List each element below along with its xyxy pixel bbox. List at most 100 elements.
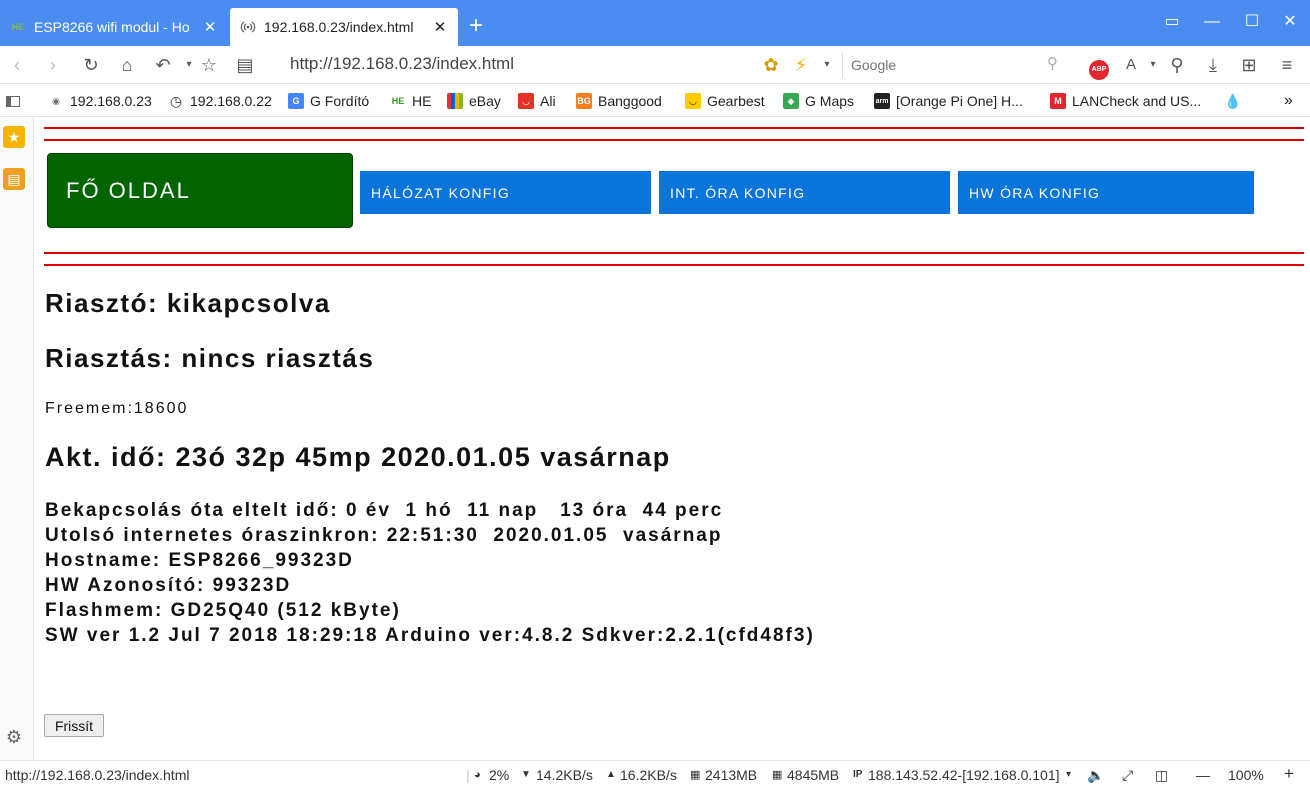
more-bookmarks-icon[interactable]: »	[1284, 92, 1293, 110]
zoom-search-icon[interactable]: ⚲	[1164, 52, 1190, 78]
tab-title: ESP8266 wifi modul - Ho	[34, 19, 190, 35]
bookmark-orange-pi[interactable]: arm [Orange Pi One] H...	[874, 92, 1023, 110]
tab-bar: HE ESP8266 wifi modul - Ho ✕ 192.168.0.2…	[0, 0, 1310, 46]
wifi-icon: ◉	[52, 95, 60, 106]
close-tab-icon[interactable]: ✕	[202, 18, 218, 36]
upload-speed-icon: ▲	[606, 769, 616, 780]
status-bar: http://192.168.0.23/index.html | ◕ 2% ▼ …	[0, 760, 1310, 788]
tab-title: 192.168.0.23/index.html	[264, 19, 414, 35]
download-icon[interactable]: ⤓	[1200, 52, 1226, 78]
bookmark-lancheck[interactable]: M LANCheck and US...	[1050, 92, 1201, 110]
alarm-state-heading: Riasztó: kikapcsolva	[45, 288, 331, 318]
translate-dropdown-icon[interactable]: ▾	[1140, 52, 1166, 78]
forward-icon[interactable]: ›	[40, 52, 66, 78]
drop-icon: 💧	[1224, 92, 1242, 109]
ip-dropdown-icon[interactable]: ▾	[1066, 769, 1071, 780]
page-content: FŐ OLDAL HÁLÓZAT KONFIG INT. ÓRA KONFIG …	[35, 118, 1310, 760]
ip-icon: IP	[853, 769, 863, 780]
red-rule	[44, 139, 1304, 141]
flashmem-line: Flashmem: GD25Q40 (512 kByte)	[45, 600, 401, 621]
tab-index[interactable]: 192.168.0.23/index.html ✕	[230, 8, 458, 46]
ebay-icon	[447, 93, 463, 109]
hw-clock-config-button[interactable]: HW ÓRA KONFIG	[958, 171, 1254, 214]
search-input[interactable]	[843, 52, 1033, 78]
ip-address: 188.143.52.42-[192.168.0.101]	[868, 767, 1060, 783]
split-view-icon[interactable]: ◫	[1155, 767, 1168, 784]
volume-icon[interactable]: 🔈	[1087, 767, 1104, 784]
extension-bee-icon[interactable]: ✿	[758, 52, 784, 78]
zoom-in-icon[interactable]: +	[1284, 764, 1294, 784]
lightning-icon[interactable]: ⚡	[788, 52, 814, 78]
bookmark-g-maps[interactable]: ◆ G Maps	[783, 92, 854, 110]
refresh-button[interactable]: Frissít	[44, 714, 104, 737]
close-window-icon[interactable]: ✕	[1270, 8, 1310, 36]
url-field[interactable]: http://192.168.0.23/index.html	[290, 54, 514, 74]
upload-speed: 16.2KB/s	[620, 767, 677, 783]
back-icon[interactable]: ‹	[4, 52, 30, 78]
home-nav-button[interactable]: FŐ OLDAL	[47, 153, 353, 228]
zoom-level: 100%	[1228, 767, 1264, 783]
status-url: http://192.168.0.23/index.html	[5, 767, 190, 783]
download-speed: 14.2KB/s	[536, 767, 593, 783]
bookmark-g-fordito[interactable]: GG Fordító	[288, 92, 369, 110]
gearbest-icon: ◡	[685, 93, 701, 109]
favorites-star-icon[interactable]: ★	[3, 126, 25, 148]
alarm-event-heading: Riasztás: nincs riasztás	[45, 343, 375, 373]
system-memory-icon: ▦	[772, 769, 783, 781]
undo-icon[interactable]: ↶	[150, 52, 176, 78]
search-box[interactable]: ⚲	[842, 52, 1064, 78]
bookmarks-bar: ◉ 192.168.0.23 ◷ 192.168.0.22 GG Fordító H…	[0, 85, 1310, 117]
browser-memory: 2413MB	[705, 767, 758, 783]
fullscreen-icon[interactable]: ⤢	[1122, 767, 1133, 784]
cpu-icon: ◕	[474, 769, 481, 781]
divider: |	[466, 767, 470, 783]
he-icon: HE	[391, 96, 405, 106]
freemem-text: Freemem:18600	[45, 400, 189, 417]
bookmark-banggood[interactable]: BG Banggood	[576, 92, 662, 110]
notes-icon[interactable]: ▤	[3, 168, 25, 190]
bookmark-192-168-0-22[interactable]: ◷ 192.168.0.22	[168, 92, 272, 110]
close-tab-icon[interactable]: ✕	[432, 18, 448, 36]
star-icon[interactable]: ☆	[196, 52, 222, 78]
wifi-favicon-icon	[240, 19, 256, 35]
reload-icon[interactable]: ↻	[78, 52, 104, 78]
network-config-button[interactable]: HÁLÓZAT KONFIG	[360, 171, 651, 214]
uptime-line: Bekapcsolás óta eltelt idő: 0 év 1 hó 11…	[45, 500, 724, 521]
extensions-icon[interactable]: ⊞	[1236, 52, 1262, 78]
bookmark-ebay[interactable]: eBay	[447, 92, 501, 110]
lightning-dropdown-icon[interactable]: ▾	[814, 52, 840, 78]
hw-id-line: HW Azonosító: 99323D	[45, 575, 292, 596]
tab-view-icon[interactable]: ▭	[1152, 8, 1192, 36]
maximize-icon[interactable]: ☐	[1232, 8, 1272, 36]
side-panel: ★ ▤ ⚙	[0, 118, 34, 760]
menu-icon[interactable]: ≡	[1274, 52, 1300, 78]
cpu-usage: 2%	[489, 767, 510, 783]
home-icon[interactable]: ⌂	[114, 52, 140, 78]
new-tab-icon[interactable]: +	[462, 12, 490, 40]
int-clock-config-button[interactable]: INT. ÓRA KONFIG	[659, 171, 950, 214]
arm-icon: arm	[874, 93, 890, 109]
search-icon[interactable]: ⚲	[1047, 54, 1058, 72]
bookmark-ali[interactable]: ◡ Ali	[518, 92, 556, 110]
he-favicon-icon: HE	[11, 22, 25, 32]
reader-icon[interactable]: ▤	[232, 52, 258, 78]
adblock-icon[interactable]: ABP	[1086, 52, 1112, 80]
bookmark-gearbest[interactable]: ◡ Gearbest	[685, 92, 765, 110]
aliexpress-icon: ◡	[518, 93, 534, 109]
settings-gear-icon[interactable]: ⚙	[3, 726, 25, 748]
sw-version-line: SW ver 1.2 Jul 7 2018 18:29:18 Arduino v…	[45, 625, 815, 646]
microchip-icon: M	[1050, 93, 1066, 109]
banggood-icon: BG	[576, 93, 592, 109]
google-maps-icon: ◆	[783, 93, 799, 109]
tab-esp8266[interactable]: HE ESP8266 wifi modul - Ho ✕	[0, 8, 228, 46]
zoom-out-icon[interactable]: —	[1196, 767, 1210, 783]
bookmark-192-168-0-23[interactable]: ◉ 192.168.0.23	[48, 92, 152, 110]
bookmark-he[interactable]: HE HE	[390, 92, 432, 110]
system-memory: 4845MB	[787, 767, 840, 783]
minimize-icon[interactable]: —	[1192, 8, 1232, 36]
sidebar-toggle-icon[interactable]	[6, 92, 20, 110]
red-rule	[44, 264, 1304, 266]
address-toolbar: ‹ › ↻ ⌂ ↶ ▾ ☆ ▤ http://192.168.0.23/inde…	[0, 46, 1310, 84]
current-time-heading: Akt. idő: 23ó 32p 45mp 2020.01.05 vasárn…	[45, 442, 671, 472]
clock-icon: ◷	[169, 92, 183, 109]
